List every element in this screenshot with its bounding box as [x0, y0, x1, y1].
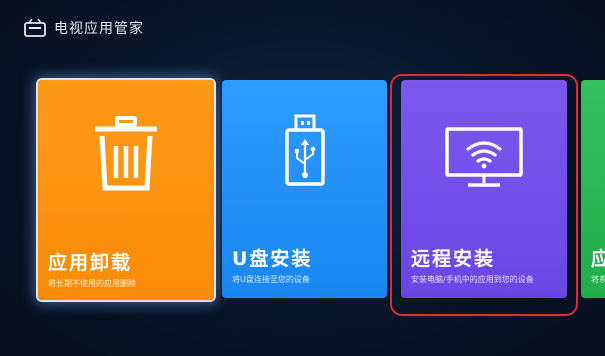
tv-wifi-icon: [445, 127, 523, 187]
trash-icon: [95, 116, 157, 191]
tile-label: 应: [591, 248, 605, 270]
page-title: 电视应用管家: [54, 21, 144, 37]
tile-partial[interactable]: 应 将系: [581, 80, 605, 298]
tile-description: 安装电脑/手机中的应用到您的设备: [411, 275, 534, 284]
usb-drive-icon: [284, 114, 325, 186]
tile-usb-install[interactable]: U盘安装 将U盘连接至您的设备: [222, 80, 387, 298]
tile-description: 将系: [591, 275, 605, 284]
tile-remote-install[interactable]: 远程安装 安装电脑/手机中的应用到您的设备: [401, 80, 567, 298]
tile-label: 应用卸载: [48, 252, 133, 274]
tile-label: 远程安装: [411, 248, 496, 270]
tile-description: 将长期不使用的应用删除: [48, 279, 136, 288]
tile-description: 将U盘连接至您的设备: [232, 275, 310, 284]
tile-app-uninstall[interactable]: 应用卸载 将长期不使用的应用删除: [38, 80, 214, 300]
tv-manager-icon: [24, 18, 46, 37]
tile-label: U盘安装: [232, 248, 313, 270]
app-header: 电视应用管家: [24, 16, 144, 40]
